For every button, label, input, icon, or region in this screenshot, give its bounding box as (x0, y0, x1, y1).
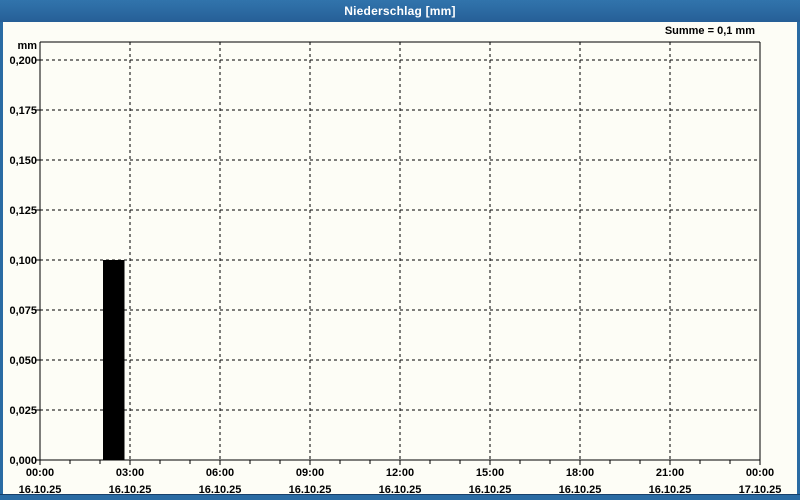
window-border-left (0, 22, 3, 500)
x-tick-time-label: 21:00 (656, 467, 684, 479)
y-tick-label: 0,200 (9, 55, 37, 67)
precipitation-bar (103, 260, 125, 460)
y-tick-label: 0,000 (9, 455, 37, 467)
precipitation-chart-window: Niederschlag [mm] Summe = 0,1 mm mm 0,00… (0, 0, 800, 500)
x-tick-time-label: 18:00 (566, 467, 594, 479)
x-tick-time-label: 15:00 (476, 467, 504, 479)
x-tick-time-label: 09:00 (296, 467, 324, 479)
y-tick-label: 0,175 (9, 105, 37, 117)
y-tick-label: 0,125 (9, 205, 37, 217)
y-tick-label: 0,100 (9, 255, 37, 267)
x-tick-time-label: 06:00 (206, 467, 234, 479)
y-tick-label: 0,025 (9, 405, 37, 417)
y-tick-label: 0,075 (9, 305, 37, 317)
x-tick-time-label: 03:00 (116, 467, 144, 479)
x-tick-time-label: 00:00 (746, 467, 774, 479)
sum-annotation-label: Summe = 0,1 mm (665, 25, 755, 37)
window-title: Niederschlag [mm] (344, 4, 456, 18)
window-title-bar[interactable]: Niederschlag [mm] (0, 0, 800, 22)
y-tick-label: 0,150 (9, 155, 37, 167)
window-border-bottom (0, 494, 800, 500)
y-tick-label: 0,050 (9, 355, 37, 367)
precipitation-chart: Summe = 0,1 mm mm 0,0000,0250,0500,0750,… (9, 25, 781, 496)
chart-plot-area: 0,000 0,025 0,050 0,075 0,100 0,125 0,150 0,175… (9, 41, 781, 496)
x-tick-time-label: 00:00 (26, 467, 54, 479)
y-axis-unit-label: mm (17, 40, 37, 52)
x-tick-time-label: 12:00 (386, 467, 414, 479)
